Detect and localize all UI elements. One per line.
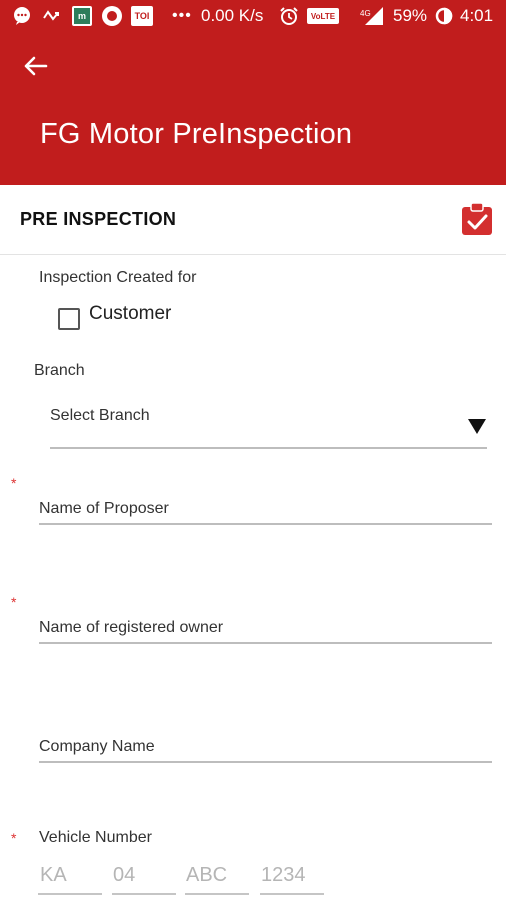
- toi-icon: TOI: [131, 6, 153, 26]
- customer-label[interactable]: Customer: [89, 303, 171, 325]
- vehicle-number-label: Vehicle Number: [39, 829, 152, 846]
- company-input[interactable]: Company Name: [39, 738, 155, 756]
- section-header: PRE INSPECTION: [0, 185, 506, 255]
- customer-checkbox[interactable]: [58, 308, 80, 330]
- volte-icon: VoLTE: [307, 6, 339, 26]
- proposer-input[interactable]: Name of Proposer: [39, 500, 169, 518]
- alarm-icon: [279, 6, 299, 26]
- app-icon: m: [72, 6, 92, 26]
- owner-input-underline: [39, 642, 492, 644]
- branch-select[interactable]: Select Branch: [50, 407, 150, 425]
- vehicle-state-input[interactable]: KA: [40, 864, 67, 887]
- record-icon: [101, 6, 123, 26]
- more-icon: •••: [172, 7, 192, 24]
- vehicle-rto-input[interactable]: 04: [113, 864, 135, 887]
- vehicle-state-underline: [38, 893, 102, 895]
- inspection-for-label: Inspection Created for: [39, 269, 197, 286]
- required-mark: *: [11, 594, 17, 610]
- branch-label: Branch: [34, 362, 85, 379]
- message-icon: [12, 6, 32, 26]
- vehicle-rto-underline: [112, 893, 176, 895]
- vehicle-series-underline: [185, 893, 249, 895]
- missed-call-icon: [42, 6, 62, 26]
- clock: 4:01: [460, 6, 494, 25]
- net-speed: 0.00 K/s: [201, 6, 264, 25]
- owner-input[interactable]: Name of registered owner: [39, 619, 223, 637]
- battery-percent: 59%: [393, 6, 428, 25]
- vehicle-series-input[interactable]: ABC: [186, 864, 227, 887]
- vehicle-number-input[interactable]: 1234: [261, 864, 306, 887]
- battery-icon: [435, 6, 453, 26]
- company-input-underline: [39, 761, 492, 763]
- status-bar: m TOI ••• 0.00 K/s VoLTE 4G 59% 4:01: [0, 0, 506, 32]
- back-arrow-icon[interactable]: [20, 50, 52, 82]
- app-bar: FG Motor PreInspection: [0, 32, 506, 185]
- dropdown-arrow-icon[interactable]: [468, 419, 486, 434]
- app-title: FG Motor PreInspection: [40, 118, 353, 150]
- vehicle-number-underline: [260, 893, 324, 895]
- section-title: PRE INSPECTION: [20, 209, 177, 229]
- required-mark: *: [11, 475, 17, 491]
- branch-select-underline: [50, 447, 487, 449]
- required-mark: *: [11, 830, 17, 846]
- clipboard-check-icon[interactable]: [460, 202, 494, 236]
- proposer-input-underline: [39, 523, 492, 525]
- signal-icon: [364, 6, 384, 26]
